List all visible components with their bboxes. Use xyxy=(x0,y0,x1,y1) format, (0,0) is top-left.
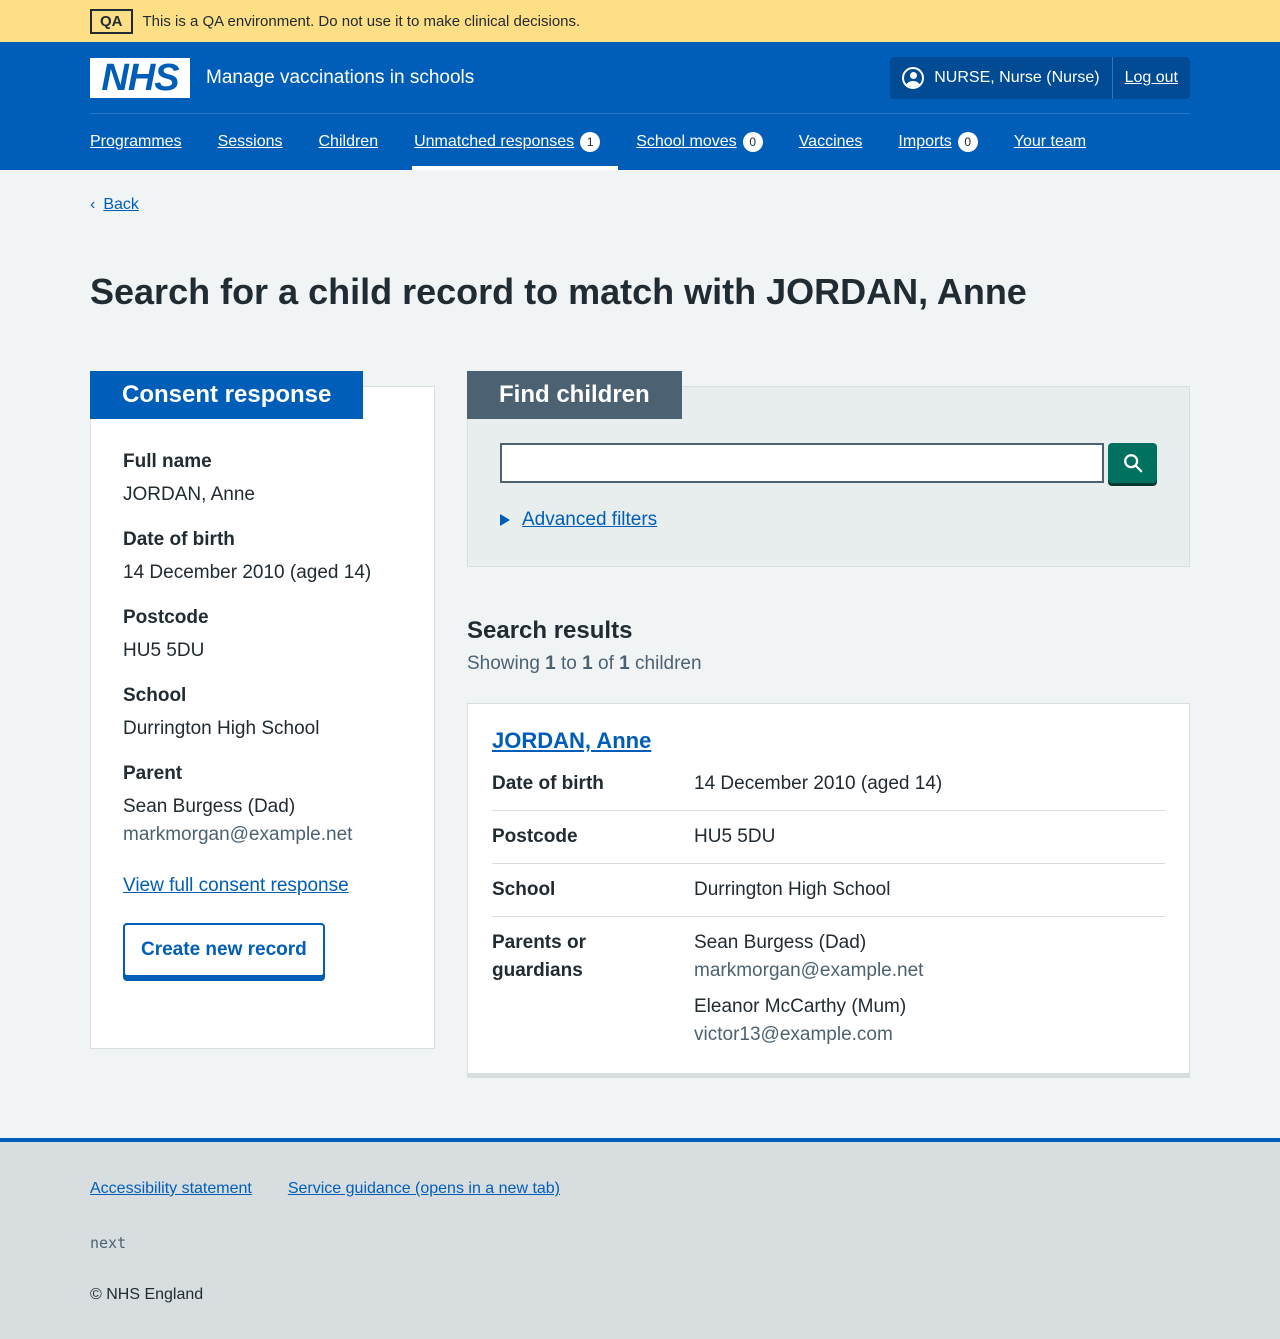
search-button[interactable] xyxy=(1108,443,1157,484)
result-row-school: School Durrington High School xyxy=(492,864,1165,918)
nav-your-team[interactable]: Your team xyxy=(1014,114,1104,170)
parent-name: Eleanor McCarthy (Mum) xyxy=(694,996,907,1018)
dob-value: 14 December 2010 (aged 14) xyxy=(123,562,372,584)
nav-school-moves[interactable]: School moves 0 xyxy=(636,114,781,170)
nav-children[interactable]: Children xyxy=(319,114,397,170)
parent-email: victor13@example.com xyxy=(694,1024,893,1046)
search-results-heading: Search results xyxy=(467,617,633,645)
logout-link[interactable]: Log out xyxy=(1113,69,1190,87)
full-name-label: Full name xyxy=(123,451,212,473)
home-link[interactable]: NHS Manage vaccinations in schools xyxy=(90,57,475,98)
qa-tag: QA xyxy=(90,8,133,34)
account-menu: NURSE, Nurse (Nurse) Log out xyxy=(890,56,1190,99)
primary-navigation: Programmes Sessions Children Unmatched r… xyxy=(90,114,1190,170)
unmatched-count-badge: 1 xyxy=(580,132,601,152)
nav-imports[interactable]: Imports 0 xyxy=(898,114,995,170)
consent-response-heading: Consent response xyxy=(90,371,364,420)
nav-programmes[interactable]: Programmes xyxy=(90,114,200,170)
nav-unmatched-responses[interactable]: Unmatched responses 1 xyxy=(412,114,619,170)
search-icon xyxy=(1123,454,1142,473)
imports-count-badge: 0 xyxy=(957,132,978,152)
parent-name: Sean Burgess (Dad) xyxy=(694,932,867,954)
advanced-filters-toggle[interactable]: Advanced filters xyxy=(500,509,1157,531)
postcode-value: HU5 5DU xyxy=(123,640,205,662)
advanced-filters-link[interactable]: Advanced filters xyxy=(522,509,657,531)
result-card: JORDAN, Anne Date of birth 14 December 2… xyxy=(467,703,1190,1075)
nhs-logo: NHS xyxy=(90,57,190,98)
qa-environment-banner: QA This is a QA environment. Do not use … xyxy=(0,0,1280,42)
parent-entry: Sean Burgess (Dad) markmorgan@example.ne… xyxy=(694,929,1165,985)
result-child-name-link[interactable]: JORDAN, Anne xyxy=(492,728,651,753)
nav-vaccines[interactable]: Vaccines xyxy=(799,114,881,170)
consent-response-card: Consent response Full name JORDAN, Anne … xyxy=(90,371,435,1050)
account-user: NURSE, Nurse (Nurse) xyxy=(890,56,1113,99)
view-full-consent-link[interactable]: View full consent response xyxy=(123,875,402,897)
parent-email: markmorgan@example.net xyxy=(123,824,353,846)
main-content: ‹ Back Search for a child record to matc… xyxy=(90,196,1190,1075)
full-name-value: JORDAN, Anne xyxy=(123,484,255,506)
service-name: Manage vaccinations in schools xyxy=(206,66,475,88)
triangle-right-icon xyxy=(500,514,510,527)
dob-label: Date of birth xyxy=(123,529,235,551)
account-user-name: NURSE, Nurse (Nurse) xyxy=(934,68,1100,86)
result-row-parents: Parents or guardians Sean Burgess (Dad) … xyxy=(492,917,1165,1049)
postcode-label: Postcode xyxy=(123,607,209,629)
results-count: Showing 1 to 1 of 1 children xyxy=(467,653,702,675)
search-input[interactable] xyxy=(500,443,1105,484)
parent-label: Parent xyxy=(123,763,183,785)
site-header: NHS Manage vaccinations in schools NURSE… xyxy=(0,42,1280,170)
parent-value: Sean Burgess (Dad) markmorgan@example.ne… xyxy=(123,793,402,849)
find-children-heading: Find children xyxy=(467,371,682,420)
accessibility-statement-link[interactable]: Accessibility statement xyxy=(90,1180,252,1198)
version-label: next xyxy=(90,1234,127,1252)
find-children-card: Find children Advanced filters xyxy=(467,371,1190,568)
qa-banner-text: This is a QA environment. Do not use it … xyxy=(142,12,581,30)
user-icon xyxy=(902,66,925,89)
parent-email: markmorgan@example.net xyxy=(694,960,924,982)
result-row-dob: Date of birth 14 December 2010 (aged 14) xyxy=(492,758,1165,812)
copyright: © NHS England xyxy=(90,1286,204,1303)
service-guidance-link[interactable]: Service guidance (opens in a new tab) xyxy=(288,1180,560,1198)
chevron-left-icon: ‹ xyxy=(90,196,96,213)
parent-name: Sean Burgess (Dad) xyxy=(123,796,296,818)
back-link-container: ‹ Back xyxy=(90,196,1190,214)
school-value: Durrington High School xyxy=(123,718,320,740)
parent-entry: Eleanor McCarthy (Mum) victor13@example.… xyxy=(694,993,1165,1049)
result-row-postcode: Postcode HU5 5DU xyxy=(492,811,1165,865)
create-new-record-button[interactable]: Create new record xyxy=(123,923,325,978)
school-label: School xyxy=(123,685,187,707)
nav-sessions[interactable]: Sessions xyxy=(218,114,301,170)
back-link[interactable]: Back xyxy=(103,196,139,214)
page-title: Search for a child record to match with … xyxy=(90,271,1027,312)
school-moves-count-badge: 0 xyxy=(742,132,763,152)
site-footer: Accessibility statement Service guidance… xyxy=(0,1138,1280,1339)
